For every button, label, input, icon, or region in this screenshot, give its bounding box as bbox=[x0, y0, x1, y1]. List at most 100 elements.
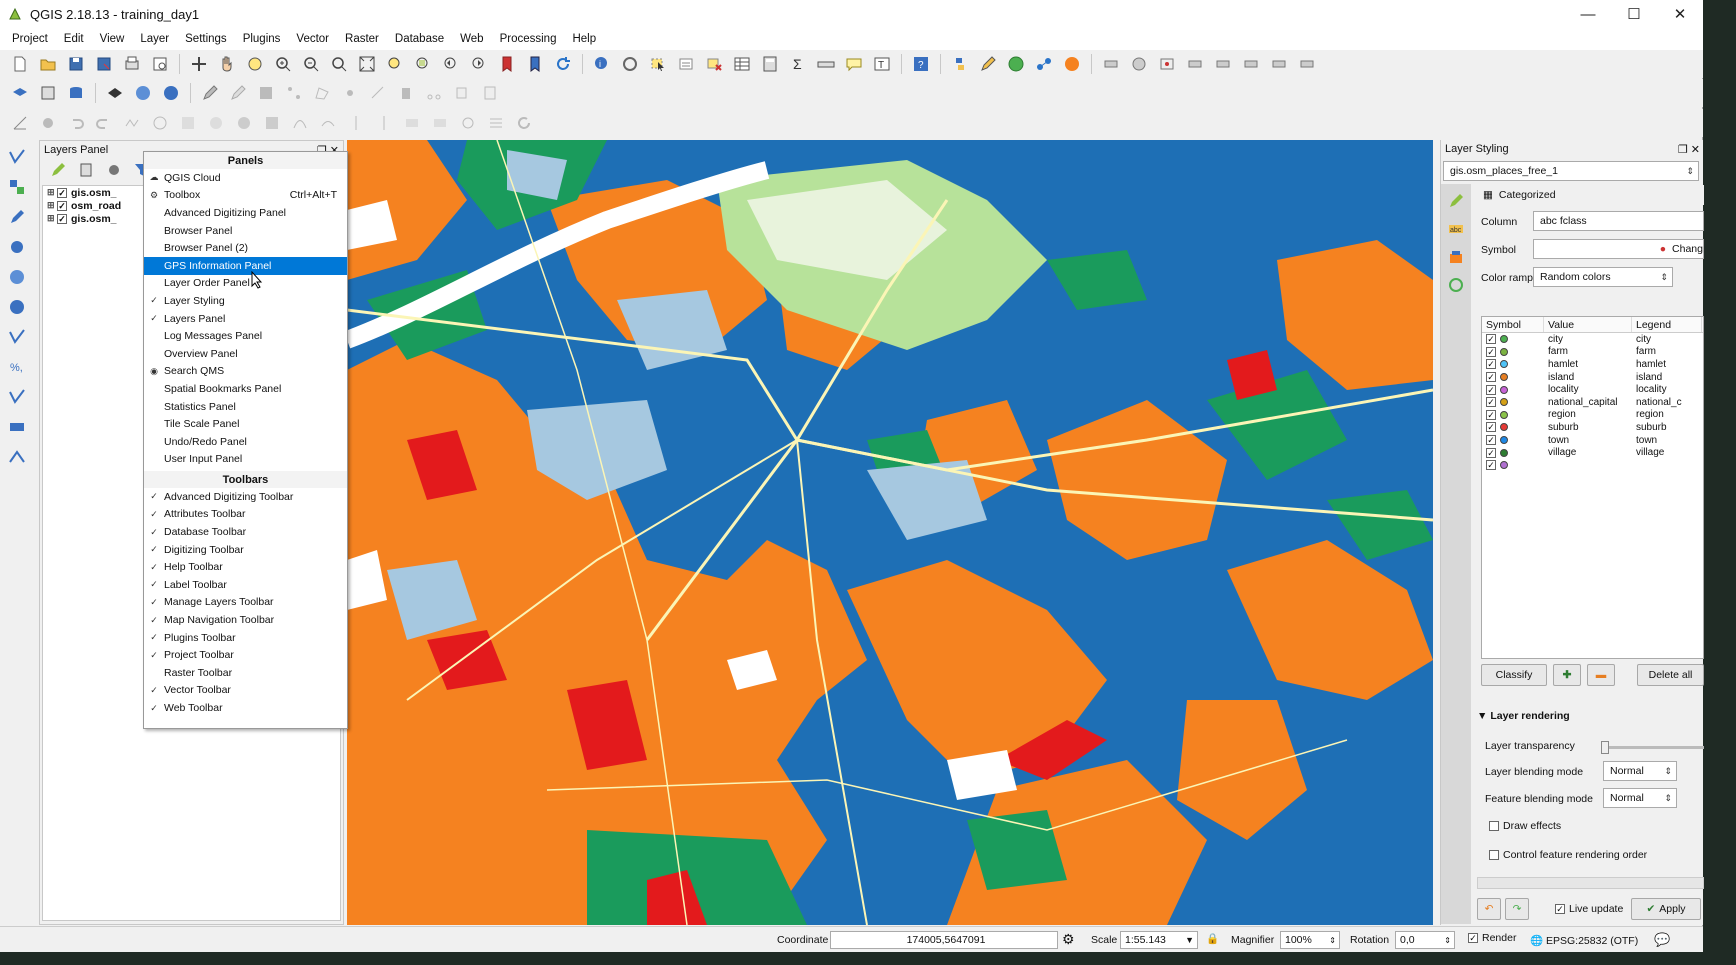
label-pin-all-icon[interactable] bbox=[1296, 53, 1318, 75]
zoom-full-icon[interactable] bbox=[356, 53, 378, 75]
merge-attributes-icon[interactable] bbox=[429, 112, 451, 134]
menu-item-toolbar[interactable]: ✓ Label Toolbar bbox=[144, 576, 347, 594]
add-part-icon[interactable] bbox=[177, 112, 199, 134]
label-show-icon[interactable] bbox=[1268, 53, 1290, 75]
menu-item-advanced-digitizing[interactable]: Advanced Digitizing Panel bbox=[144, 204, 347, 222]
category-row[interactable]: ✓ locality locality bbox=[1482, 383, 1703, 396]
menu-plugins[interactable]: Plugins bbox=[235, 33, 289, 45]
menu-item-overview[interactable]: Overview Panel bbox=[144, 345, 347, 363]
category-symbol-swatch[interactable] bbox=[1500, 398, 1508, 407]
live-update-checkbox[interactable]: ✓ Live update bbox=[1555, 903, 1623, 915]
add-wfs-layer-icon[interactable] bbox=[6, 326, 28, 348]
menu-item-toolbar[interactable]: ✓ Web Toolbar bbox=[144, 699, 347, 717]
category-row[interactable]: ✓ bbox=[1482, 459, 1703, 472]
copy-features-icon[interactable] bbox=[451, 82, 473, 104]
transparency-slider[interactable] bbox=[1601, 741, 1704, 754]
category-visibility-checkbox[interactable]: ✓ bbox=[1486, 422, 1496, 433]
category-row[interactable]: ✓ hamlet hamlet bbox=[1482, 358, 1703, 371]
menu-item-log-messages[interactable]: Log Messages Panel bbox=[144, 327, 347, 345]
menu-item-toolbar[interactable]: ✓ Map Navigation Toolbar bbox=[144, 611, 347, 629]
add-raster-icon[interactable] bbox=[104, 82, 126, 104]
identify-icon[interactable]: i bbox=[591, 53, 613, 75]
category-symbol-swatch[interactable] bbox=[1500, 448, 1508, 457]
column-combo[interactable]: abc fclass bbox=[1533, 211, 1704, 231]
menu-item-browser-panel-2[interactable]: Browser Panel (2) bbox=[144, 239, 347, 257]
plugin-orange-icon[interactable] bbox=[1061, 53, 1083, 75]
python-console-icon[interactable] bbox=[949, 53, 971, 75]
redo-style-icon[interactable]: ↷ bbox=[1505, 898, 1529, 920]
add-postgis-icon[interactable] bbox=[6, 206, 28, 228]
feature-blend-combo[interactable]: Normal ⇕ bbox=[1603, 788, 1677, 808]
label-globe-icon[interactable] bbox=[1128, 53, 1150, 75]
horizontal-scrollbar[interactable] bbox=[1477, 877, 1704, 889]
fill-ring-icon[interactable] bbox=[205, 112, 227, 134]
new-project-icon[interactable] bbox=[9, 53, 31, 75]
save-as-icon[interactable] bbox=[93, 53, 115, 75]
category-visibility-checkbox[interactable]: ✓ bbox=[1486, 372, 1496, 383]
add-vector-layer-icon[interactable] bbox=[6, 146, 28, 168]
rotation-spinbox[interactable]: 0,0 ⇕ bbox=[1395, 931, 1455, 949]
delete-selected-icon[interactable] bbox=[395, 82, 417, 104]
open-project-icon[interactable] bbox=[37, 53, 59, 75]
menu-web[interactable]: Web bbox=[452, 33, 491, 45]
toggle-editing-icon[interactable] bbox=[199, 82, 221, 104]
node-tool-icon[interactable] bbox=[367, 82, 389, 104]
offset-curve-icon[interactable] bbox=[317, 112, 339, 134]
category-visibility-checkbox[interactable]: ✓ bbox=[1486, 334, 1496, 345]
save-edits-icon[interactable] bbox=[255, 82, 277, 104]
category-visibility-checkbox[interactable]: ✓ bbox=[1486, 346, 1496, 357]
menu-item-toolbar[interactable]: ✓ Plugins Toolbar bbox=[144, 629, 347, 647]
add-wms-icon[interactable] bbox=[132, 82, 154, 104]
layer-styles-icon[interactable] bbox=[1445, 246, 1467, 268]
category-visibility-checkbox[interactable]: ✓ bbox=[1486, 397, 1496, 408]
category-symbol-swatch[interactable] bbox=[1500, 360, 1508, 369]
renderer-type-combo[interactable]: ▦ Categorized bbox=[1477, 185, 1704, 205]
category-row[interactable]: ✓ city city bbox=[1482, 333, 1703, 346]
show-bookmarks-icon[interactable] bbox=[524, 53, 546, 75]
statistical-summary-icon[interactable]: Σ bbox=[787, 53, 809, 75]
menu-item-statistics[interactable]: Statistics Panel bbox=[144, 398, 347, 416]
label-change-icon[interactable] bbox=[1240, 53, 1262, 75]
split-features-icon[interactable] bbox=[345, 112, 367, 134]
menu-item-layer-styling[interactable]: ✓ Layer Styling bbox=[144, 292, 347, 310]
simplify-icon[interactable] bbox=[121, 112, 143, 134]
minimize-icon[interactable]: — bbox=[1565, 0, 1611, 28]
add-delimited-layer-icon[interactable]: %, bbox=[6, 356, 28, 378]
new-gps-layer-icon[interactable] bbox=[6, 446, 28, 468]
zoom-out-icon[interactable] bbox=[300, 53, 322, 75]
zoom-last-icon[interactable] bbox=[440, 53, 462, 75]
add-wfs-icon[interactable] bbox=[160, 82, 182, 104]
category-symbol-swatch[interactable] bbox=[1500, 423, 1508, 432]
plugin-network-icon[interactable] bbox=[1033, 53, 1055, 75]
hand-pan-icon[interactable] bbox=[216, 53, 238, 75]
category-visibility-checkbox[interactable]: ✓ bbox=[1486, 359, 1496, 370]
coordinate-toggle-icon[interactable]: ⚙ bbox=[1062, 931, 1075, 948]
run-action-icon[interactable] bbox=[619, 53, 641, 75]
menu-item-qgis-cloud[interactable]: ☁ QGIS Cloud bbox=[144, 169, 347, 187]
menu-item-browser-panel[interactable]: Browser Panel bbox=[144, 222, 347, 240]
symbology-brush-icon[interactable] bbox=[1445, 190, 1467, 212]
layer-visibility-checkbox[interactable]: ✓ bbox=[57, 200, 67, 211]
deselect-icon[interactable] bbox=[703, 53, 725, 75]
menu-item-toolbar[interactable]: ✓ Digitizing Toolbar bbox=[144, 541, 347, 559]
map-canvas[interactable] bbox=[347, 140, 1433, 925]
messages-icon[interactable]: 💬 bbox=[1654, 932, 1670, 948]
menu-help[interactable]: Help bbox=[564, 33, 604, 45]
cad-hand-icon[interactable] bbox=[37, 112, 59, 134]
category-visibility-checkbox[interactable]: ✓ bbox=[1486, 409, 1496, 420]
history-icon[interactable] bbox=[1445, 274, 1467, 296]
category-symbol-swatch[interactable] bbox=[1500, 385, 1508, 394]
col-header-symbol[interactable]: Symbol bbox=[1482, 317, 1544, 332]
new-shapefile-icon[interactable] bbox=[6, 416, 28, 438]
add-group-icon[interactable] bbox=[75, 159, 97, 181]
select-features-icon[interactable] bbox=[647, 53, 669, 75]
menu-processing[interactable]: Processing bbox=[492, 33, 565, 45]
menu-item-toolbar[interactable]: ✓ Vector Toolbar bbox=[144, 682, 347, 700]
zoom-selection-icon[interactable] bbox=[384, 53, 406, 75]
menu-item-tile-scale[interactable]: Tile Scale Panel bbox=[144, 415, 347, 433]
expand-icon[interactable]: ⊞ bbox=[47, 213, 57, 224]
add-raster-layer-icon[interactable] bbox=[6, 176, 28, 198]
composer-manager-icon[interactable] bbox=[149, 53, 171, 75]
delete-part-icon[interactable] bbox=[261, 112, 283, 134]
expand-icon[interactable]: ⊞ bbox=[47, 200, 57, 211]
